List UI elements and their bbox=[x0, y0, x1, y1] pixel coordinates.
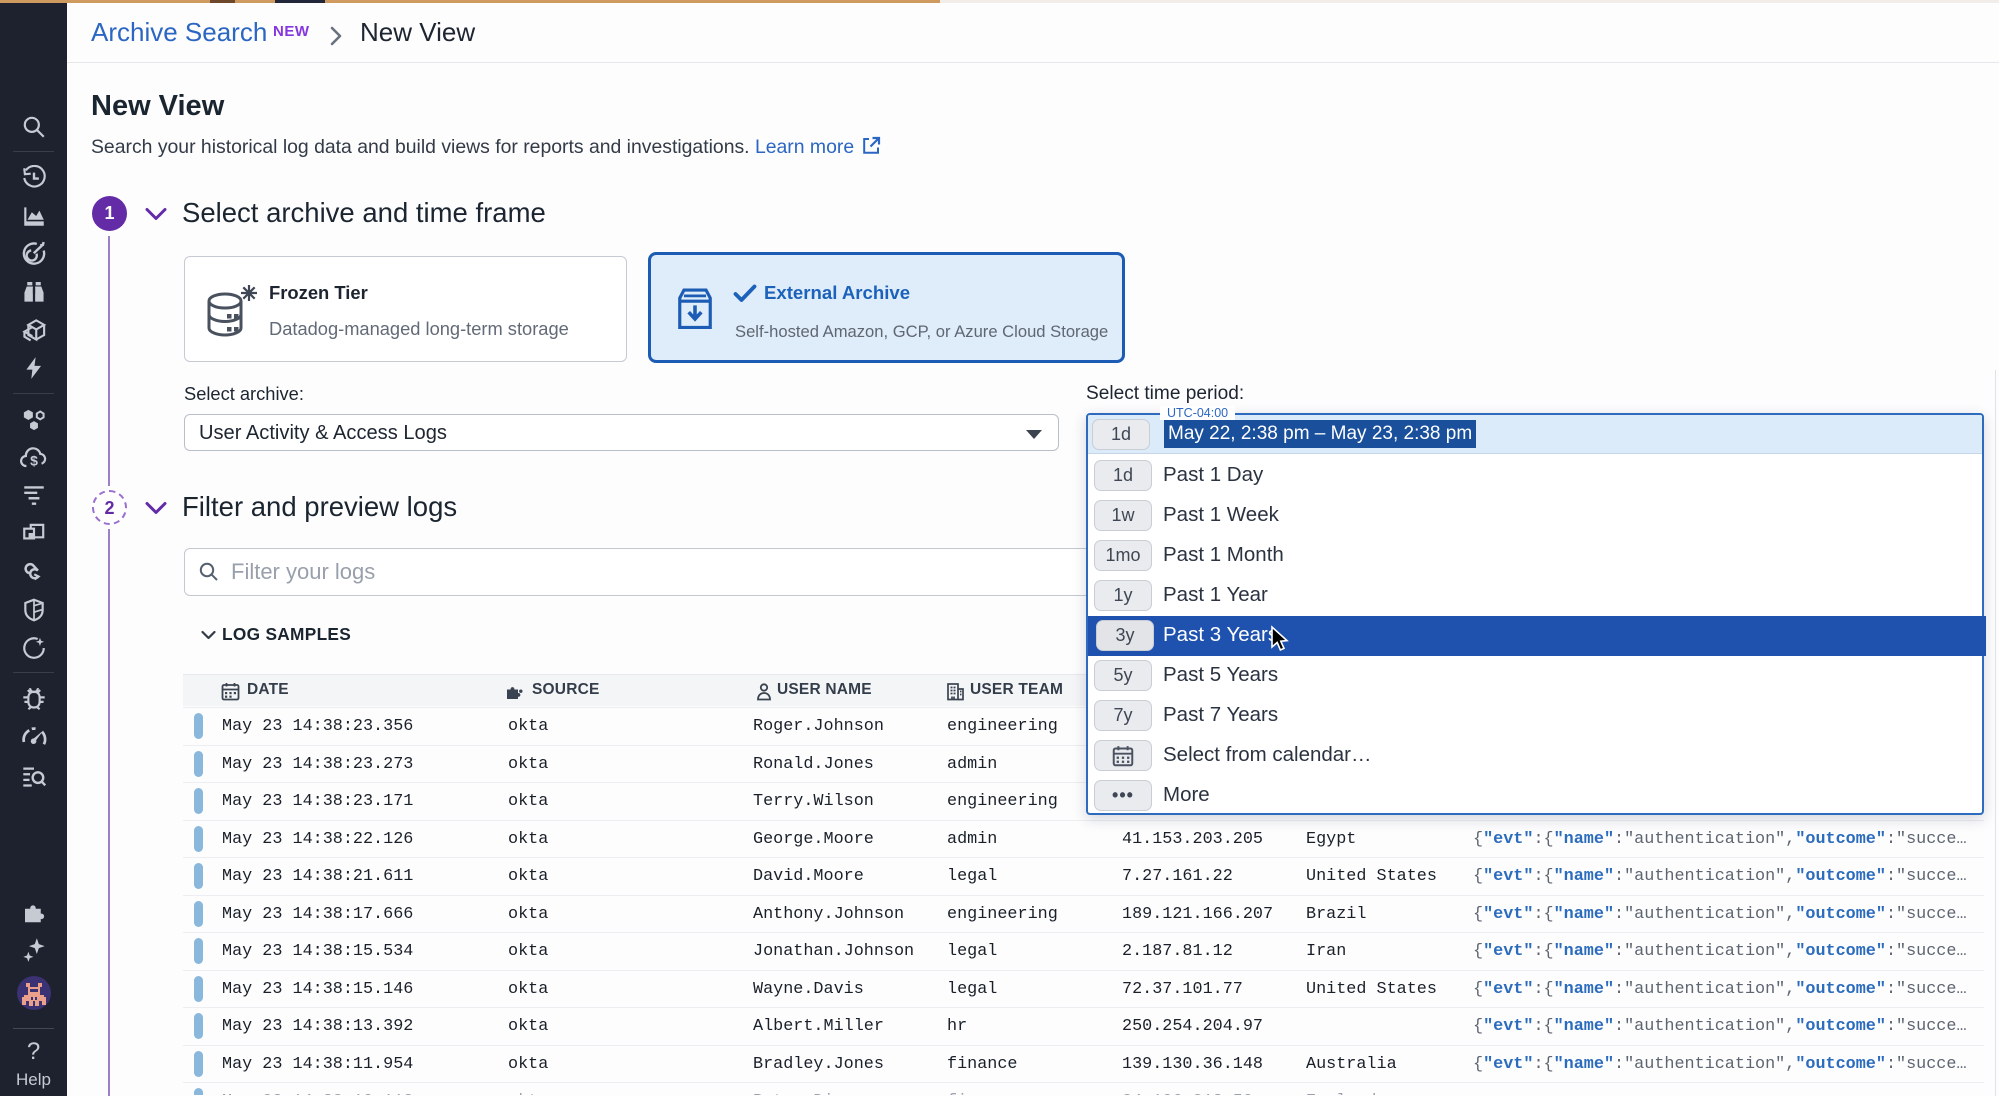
svg-text:$: $ bbox=[30, 452, 38, 468]
